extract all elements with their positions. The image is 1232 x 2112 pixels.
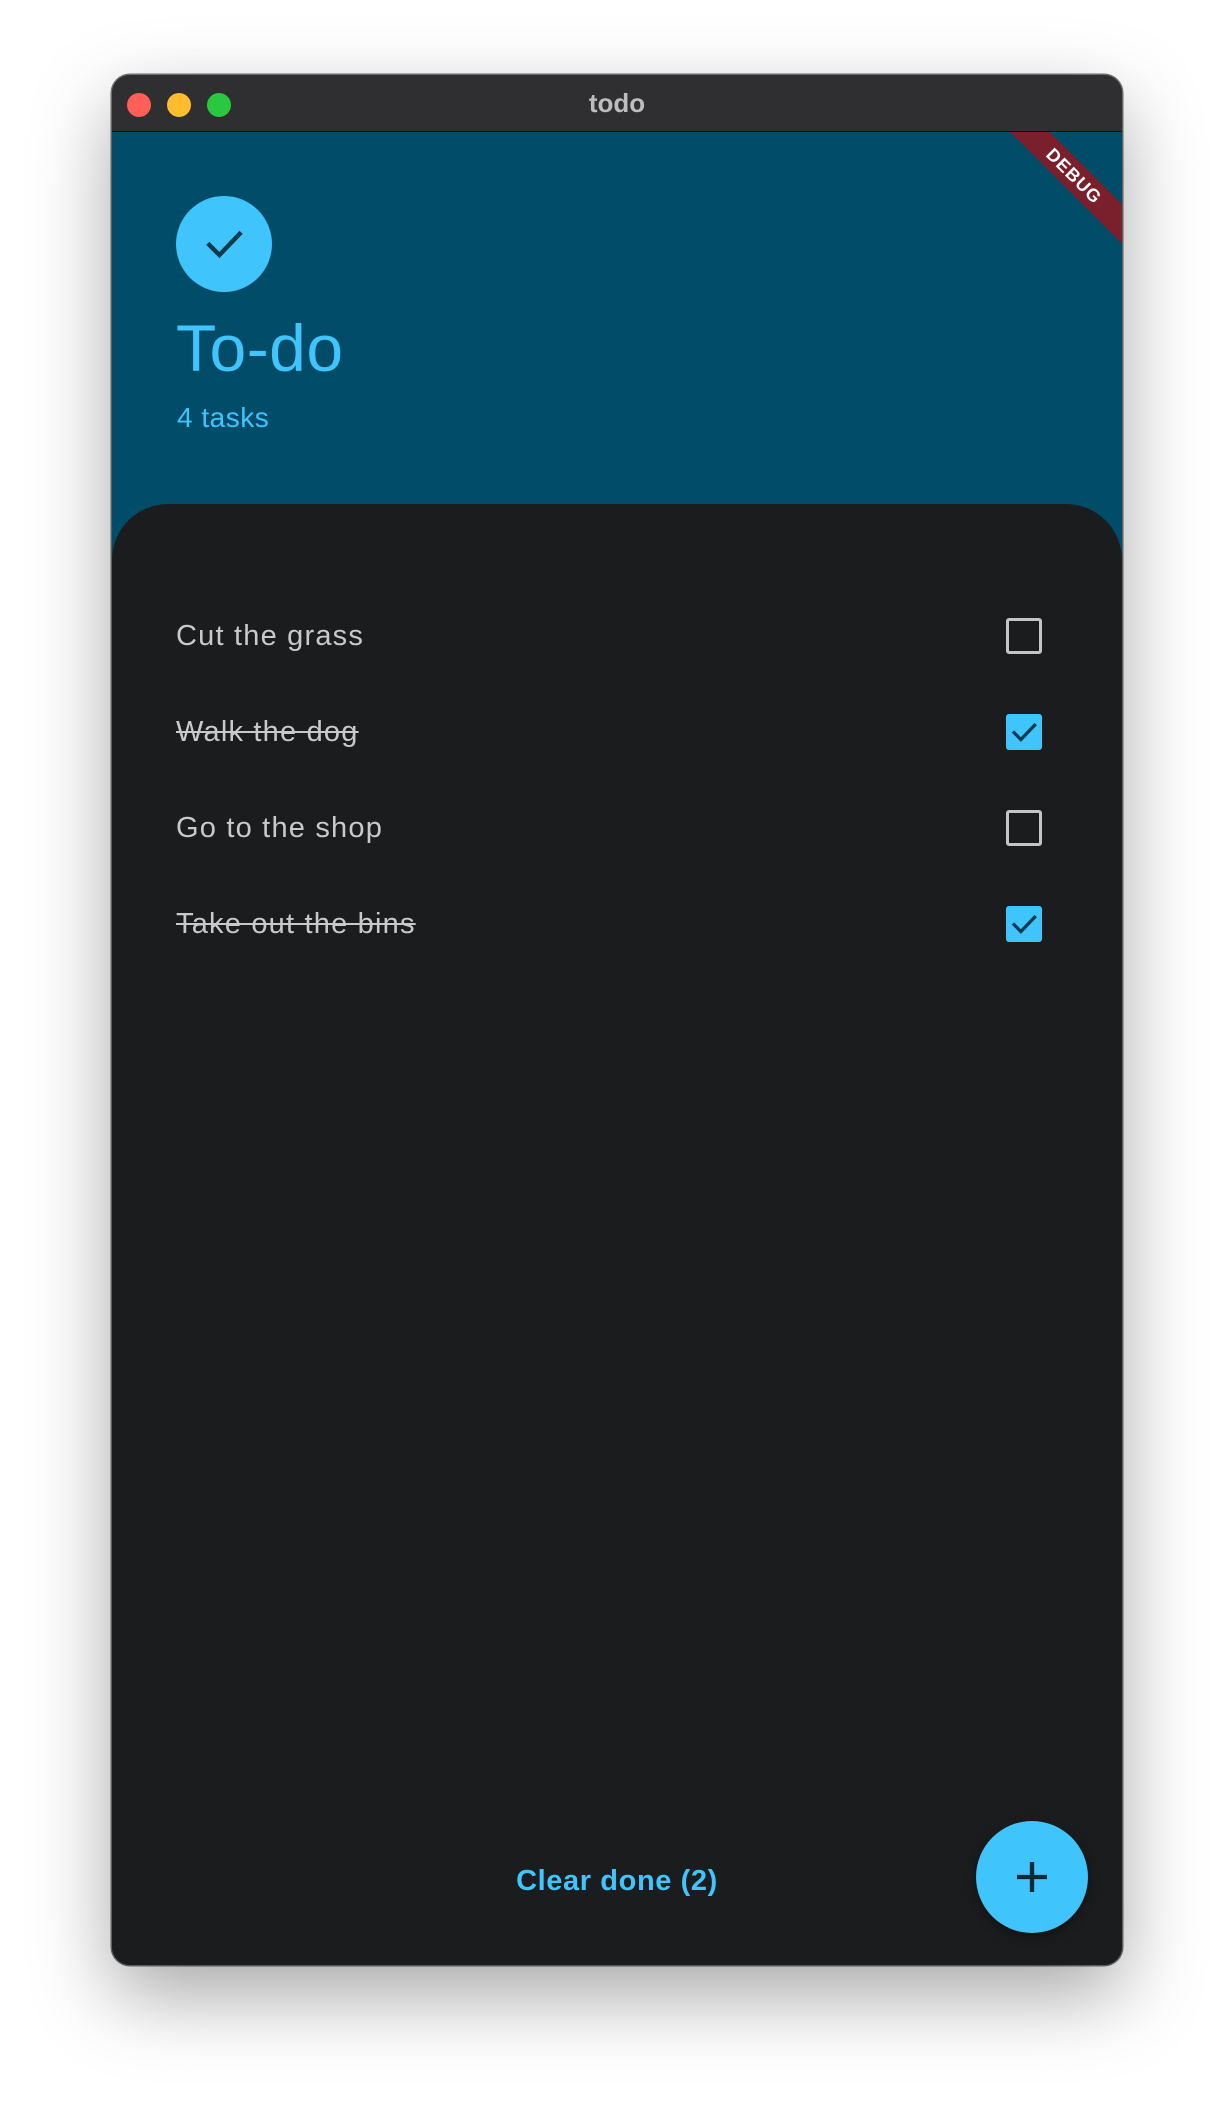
task-item[interactable]: Cut the grass [112,588,1122,684]
task-checkbox[interactable] [1006,906,1042,942]
clear-done-container: Clear done (2) [112,1865,1122,1898]
task-label: Cut the grass [176,620,365,652]
task-item[interactable]: Take out the bins [112,876,1122,972]
check-icon [1011,722,1037,742]
task-checkbox[interactable] [1006,618,1042,654]
task-checkbox[interactable] [1006,810,1042,846]
window-title: todo [588,88,646,118]
clear-done-button[interactable]: Clear done (2) [516,1865,718,1897]
task-list-panel: Cut the grass Walk the dog Go to the sho… [112,504,1122,1965]
check-icon [206,230,243,259]
task-label: Walk the dog [176,716,359,748]
task-label: Take out the bins [176,908,416,940]
page-title: To-do [176,311,344,385]
check-icon [1011,914,1037,934]
plus-icon [1017,1862,1047,1892]
task-count: 4 tasks [177,402,270,433]
title-bar[interactable]: todo [112,75,1122,132]
task-label: Go to the shop [176,812,384,844]
task-item[interactable]: Walk the dog [112,684,1122,780]
task-checkbox[interactable] [1006,714,1042,750]
task-item[interactable]: Go to the shop [112,780,1122,876]
app-window: todo To-do 4 tasks DEBUG Cut the grass W… [112,75,1122,1965]
check-avatar [176,196,272,292]
debug-banner: DEBUG [993,132,1122,257]
add-task-button[interactable] [976,1821,1088,1933]
